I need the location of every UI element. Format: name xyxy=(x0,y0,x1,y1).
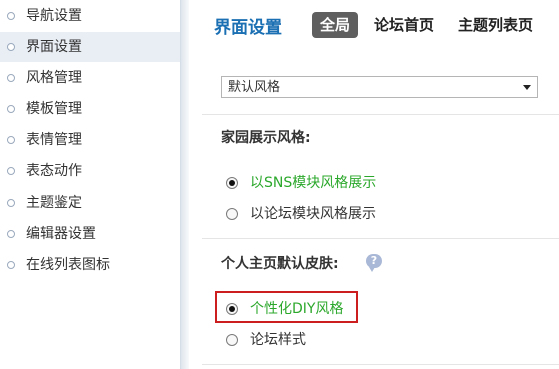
personal-skin-option-label: 个性化DIY风格 xyxy=(250,301,344,317)
main-panel: 界面设置 全局 论坛首页 主题列表页 默认风格 家园展示风格: 以SNS模块风格… xyxy=(188,0,559,369)
sidebar-item-online-list-icons[interactable]: 在线列表图标 xyxy=(0,250,180,280)
page-title: 界面设置 xyxy=(214,18,282,38)
bullet-icon xyxy=(7,261,15,269)
sidebar: 导航设置 界面设置 风格管理 模板管理 表情管理 表态动作 主题鉴定 编辑器设置… xyxy=(0,0,180,369)
chevron-down-icon xyxy=(523,85,531,90)
divider xyxy=(202,114,559,115)
sidebar-item-interface-settings[interactable]: 界面设置 xyxy=(0,32,180,62)
default-style-value: 默认风格 xyxy=(228,80,281,95)
divider xyxy=(202,238,559,239)
sidebar-item-label: 界面设置 xyxy=(26,39,82,55)
bullet-icon xyxy=(7,105,15,113)
sidebar-item-template-management[interactable]: 模板管理 xyxy=(0,94,180,124)
divider xyxy=(202,364,559,365)
tab-global[interactable]: 全局 xyxy=(312,12,359,38)
sidebar-item-reaction-actions[interactable]: 表态动作 xyxy=(0,156,180,186)
home-style-title: 家园展示风格: xyxy=(221,130,311,146)
sidebar-item-label: 主题鉴定 xyxy=(26,195,82,211)
sidebar-item-label: 表情管理 xyxy=(26,132,82,148)
tab-thread-list[interactable]: 主题列表页 xyxy=(458,12,533,38)
help-icon[interactable]: ? xyxy=(366,254,382,272)
bullet-icon xyxy=(7,230,15,238)
sidebar-item-nav-settings[interactable]: 导航设置 xyxy=(0,1,180,31)
sidebar-item-label: 风格管理 xyxy=(26,70,82,86)
bullet-icon xyxy=(7,12,15,20)
personal-skin-title: 个人主页默认皮肤: xyxy=(221,256,339,272)
sidebar-item-label: 在线列表图标 xyxy=(26,257,110,273)
bullet-icon xyxy=(7,43,15,51)
bullet-icon xyxy=(7,136,15,144)
personal-skin-option-label: 论坛样式 xyxy=(250,332,306,348)
home-style-option-label: 以论坛模块风格展示 xyxy=(250,206,376,222)
sidebar-item-label: 编辑器设置 xyxy=(26,226,96,242)
radio-unchecked-icon[interactable] xyxy=(226,334,238,346)
bullet-icon xyxy=(7,167,15,175)
radio-checked-icon[interactable] xyxy=(226,177,238,189)
sidebar-item-label: 表态动作 xyxy=(26,163,82,179)
sidebar-item-label: 导航设置 xyxy=(26,8,82,24)
clipped-section-label xyxy=(223,42,343,52)
tab-forum-home[interactable]: 论坛首页 xyxy=(374,12,434,38)
sidebar-item-style-management[interactable]: 风格管理 xyxy=(0,63,180,93)
bullet-icon xyxy=(7,199,15,207)
sidebar-item-emoticon-management[interactable]: 表情管理 xyxy=(0,125,180,155)
bullet-icon xyxy=(7,74,15,82)
sidebar-item-thread-stamps[interactable]: 主题鉴定 xyxy=(0,188,180,218)
sidebar-item-editor-settings[interactable]: 编辑器设置 xyxy=(0,219,180,249)
sidebar-item-label: 模板管理 xyxy=(26,101,82,117)
radio-unchecked-icon[interactable] xyxy=(226,208,238,220)
radio-checked-icon[interactable] xyxy=(226,303,238,315)
default-style-select[interactable]: 默认风格 xyxy=(221,76,538,98)
home-style-option-label: 以SNS模块风格展示 xyxy=(250,175,377,191)
